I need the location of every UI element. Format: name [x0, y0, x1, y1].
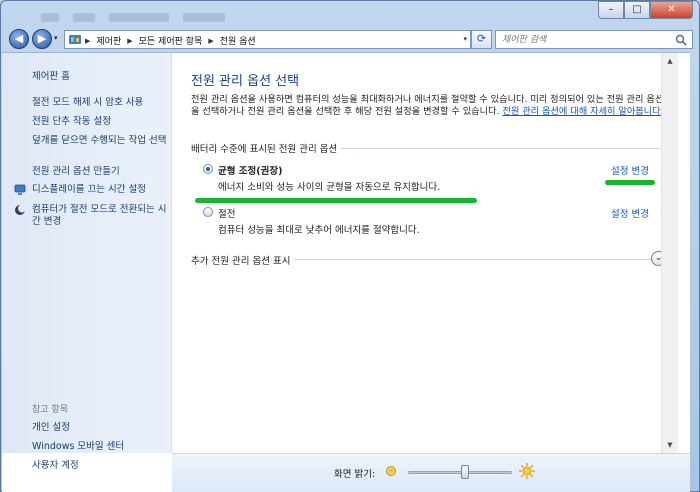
chevron-right-icon[interactable]: ▶: [85, 37, 90, 45]
intro-text: 전원 관리 옵션을 사용하면 컴퓨터의 성능을 최대화하거나 에너지를 절약할 …: [191, 94, 671, 118]
plans-section-header: 배터리 수준에 표시된 전원 관리 옵션: [191, 141, 671, 155]
plan-balanced-change-settings-link[interactable]: 설정 변경: [611, 163, 649, 177]
address-bar[interactable]: ▶ 제어판 ▶ 모든 제어판 항목 ▶ 전원 옵션 ▾: [64, 30, 471, 49]
forward-button[interactable]: ▶: [32, 29, 52, 49]
sidebar-item-lid-action[interactable]: 덮개를 닫으면 수행되는 작업 선택: [32, 135, 167, 147]
plan-balanced-description: 에너지 소비와 성능 사이의 균형을 자동으로 유지합니다.: [218, 182, 441, 193]
title-bar: – □ ✕: [1, 1, 700, 27]
section-label: 배터리 수준에 표시된 전원 관리 옵션: [191, 141, 342, 155]
chevron-right-icon[interactable]: ▶: [127, 37, 132, 45]
background-taskbar-ghost: [41, 13, 225, 22]
navigation-bar: ◀ ▶ ▾ ▶ 제어판 ▶ 모든 제어판 항목 ▶ 전원 옵션 ▾ ⟳: [1, 27, 700, 51]
breadcrumb: ▶ 제어판 ▶ 모든 제어판 항목 ▶ 전원 옵션: [85, 34, 256, 48]
brightness-high-icon: [519, 463, 535, 479]
recent-pages-dropdown[interactable]: ▾: [54, 34, 58, 42]
show-additional-plans-label[interactable]: 추가 전원 관리 옵션 표시: [191, 253, 295, 267]
sleep-moon-icon: [15, 204, 26, 215]
close-button[interactable]: ✕: [650, 1, 693, 19]
brightness-track[interactable]: [408, 471, 512, 474]
plan-power-saver-radio[interactable]: [203, 207, 213, 217]
control-panel-home-link[interactable]: 제어판 홈: [32, 68, 70, 82]
plan-balanced-name[interactable]: 균형 조정(권장): [218, 163, 282, 177]
learn-more-link[interactable]: 전원 관리 옵션에 대해 자세히 알아봅니다.: [502, 106, 663, 117]
sidebar-item-wake-password[interactable]: 절전 모드 해제 시 암호 사용: [32, 97, 167, 109]
breadcrumb-control-panel[interactable]: 제어판: [96, 34, 121, 47]
brightness-label: 화면 밝기:: [334, 469, 376, 480]
see-also-personalization[interactable]: 개인 설정: [32, 422, 167, 434]
search-box: [495, 30, 693, 49]
refresh-button[interactable]: ⟳: [471, 30, 492, 49]
plan-power-saver-name[interactable]: 절전: [218, 206, 235, 220]
maximize-button[interactable]: □: [624, 1, 650, 19]
display-icon: [14, 184, 26, 195]
minimize-button[interactable]: –: [598, 1, 624, 19]
control-panel-icon: [69, 35, 81, 44]
brightness-thumb[interactable]: [461, 465, 469, 479]
address-dropdown-icon[interactable]: ▾: [463, 35, 467, 43]
highlight-underline-change: [605, 180, 655, 185]
see-also-mobility-center[interactable]: Windows 모바일 센터: [32, 441, 167, 453]
content-area: 제어판 홈 절전 모드 해제 시 암호 사용 전원 단추 작동 설정 덮개를 닫…: [2, 52, 690, 492]
highlight-underline: [195, 198, 477, 203]
sidebar: 제어판 홈 절전 모드 해제 시 암호 사용 전원 단추 작동 설정 덮개를 닫…: [2, 53, 172, 453]
plan-power-saver: 절전 컴퓨터 성능을 최대로 낮추어 에너지를 절약합니다. 설정 변경: [203, 206, 663, 236]
scroll-down-icon[interactable]: ▼: [662, 437, 678, 453]
plan-power-saver-change-settings-link[interactable]: 설정 변경: [611, 206, 649, 220]
sidebar-item-display-off[interactable]: 디스플레이를 끄는 시간 설정: [32, 184, 167, 196]
main-panel: 전원 관리 옵션 선택 전원 관리 옵션을 사용하면 컴퓨터의 성능을 최대화하…: [173, 53, 678, 453]
breadcrumb-all-items[interactable]: 모든 제어판 항목: [139, 34, 203, 47]
plan-balanced-radio[interactable]: [203, 164, 213, 174]
scroll-up-icon[interactable]: ▲: [662, 53, 678, 69]
brightness-low-icon: [386, 466, 396, 476]
sidebar-item-create-plan[interactable]: 전원 관리 옵션 만들기: [32, 166, 167, 178]
sidebar-item-power-buttons[interactable]: 전원 단추 작동 설정: [32, 116, 167, 128]
window: – □ ✕ ◀ ▶ ▾ ▶ 제어판 ▶ 모든 제어판 항목 ▶ 전원 옵션 ▾: [0, 0, 700, 492]
search-icon[interactable]: [675, 34, 687, 46]
scrollbar[interactable]: ▲ ▼: [661, 53, 678, 453]
brightness-slider[interactable]: [408, 465, 512, 479]
window-controls: – □ ✕: [598, 1, 693, 19]
back-button[interactable]: ◀: [9, 29, 29, 49]
show-additional-plans[interactable]: 추가 전원 관리 옵션 표시 ⌄: [191, 251, 669, 267]
plan-power-saver-description: 컴퓨터 성능을 최대로 낮추어 에너지를 절약합니다.: [218, 225, 420, 236]
chevron-right-icon[interactable]: ▶: [208, 37, 213, 45]
page-title: 전원 관리 옵션 선택: [191, 74, 300, 89]
see-also-title: 참고 항목: [32, 405, 68, 415]
sidebar-item-sleep-time[interactable]: 컴퓨터가 절전 모드로 전환되는 시간 변경: [32, 204, 167, 228]
breadcrumb-power-options[interactable]: 전원 옵션: [220, 34, 256, 47]
search-input[interactable]: [502, 32, 672, 48]
brightness-bar: 화면 밝기:: [172, 453, 690, 492]
plan-balanced: 균형 조정(권장) 에너지 소비와 성능 사이의 균형을 자동으로 유지합니다.…: [203, 163, 663, 193]
see-also-user-accounts[interactable]: 사용자 계정: [32, 460, 167, 472]
